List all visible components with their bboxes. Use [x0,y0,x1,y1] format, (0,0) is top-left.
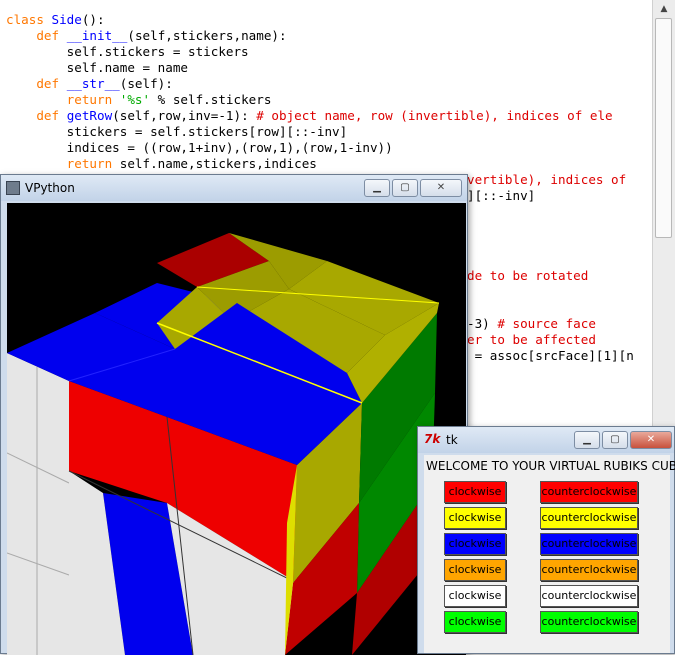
code-token: = assoc[srcFace][1][n [467,348,634,363]
code-token: -3) [467,316,498,331]
code-line: self.name = name [6,60,613,76]
code-line: class Side(): [6,12,613,28]
scroll-up-arrow-icon[interactable]: ▲ [657,2,671,16]
code-token: (): [81,12,105,27]
code-token: return [66,92,120,107]
vpython-title: VPython [25,181,75,195]
code-token: getRow [66,108,113,123]
code-token: stickers = self.stickers[row][::-inv] [66,124,348,139]
code-token: self.name = name [66,60,188,75]
counterclockwise-button[interactable]: counterclockwise [540,481,638,503]
code-token: er to be affected [467,332,596,347]
code-text-area[interactable]: class Side(): def __init__(self,stickers… [6,12,613,172]
code-line: return '%s' % self.stickers [6,92,613,108]
code-token: (self,row,inv=-1): [112,108,257,123]
counterclockwise-button[interactable]: counterclockwise [540,585,638,607]
counterclockwise-button[interactable]: counterclockwise [540,559,638,581]
code-line: stickers = self.stickers[row][::-inv] [6,124,613,140]
tk-body: WELCOME TO YOUR VIRTUAL RUBIKS CUBE cloc… [424,455,675,653]
code-token: self.name,stickers,indices [119,156,317,171]
close-icon[interactable]: ✕ [420,179,462,197]
code-line: return self.name,stickers,indices [6,156,613,172]
code-token: def [36,108,67,123]
clockwise-button[interactable]: clockwise [444,481,506,503]
tk-maximize-icon[interactable]: ▢ [602,431,628,449]
code-token: self.stickers = stickers [66,44,249,59]
code-token: '%s' [119,92,151,107]
code-token: Side [51,12,82,27]
code-line: def __str__(self): [6,76,613,92]
rubiks-cube-render [7,233,440,655]
maximize-icon[interactable]: ▢ [392,179,418,197]
clockwise-button[interactable]: clockwise [444,507,506,529]
code-token: ][::-inv] [467,188,536,203]
vpython-window: VPython ▁ ▢ ✕ [0,174,468,655]
code-line: vertible), indices of [467,172,634,188]
tk-title: tk [446,433,458,447]
code-token: def [36,76,67,91]
code-line: ][::-inv] [467,188,634,204]
code-line: def getRow(self,row,inv=-1): # object na… [6,108,613,124]
vpython-titlebar[interactable]: VPython ▁ ▢ ✕ [1,175,467,201]
tk-titlebar[interactable]: 7k tk ▁ ▢ ✕ [418,427,674,453]
scrollbar-thumb[interactable] [655,18,672,238]
app-window-icon [6,181,20,195]
counterclockwise-button[interactable]: counterclockwise [540,611,638,633]
code-line: = assoc[srcFace][1][n [467,348,634,364]
code-token: # source face [497,316,596,331]
code-token: return [66,156,120,171]
code-token: # object name, row (invertible), indices… [256,108,613,123]
code-token: def [36,28,67,43]
code-token: (self): [119,76,173,91]
code-line: er to be affected [467,332,634,348]
code-token: (self,stickers,name): [127,28,287,43]
clockwise-button[interactable]: clockwise [444,585,506,607]
cube-left-face-white [7,353,69,655]
code-token: class [6,12,52,27]
tk-close-icon[interactable]: ✕ [630,431,672,449]
code-token: __init__ [66,28,128,43]
3d-cube-canvas[interactable] [7,203,466,655]
minimize-icon[interactable]: ▁ [364,179,390,197]
code-line: -3) # source face [467,316,634,332]
tk-minimize-icon[interactable]: ▁ [574,431,600,449]
clockwise-button[interactable]: clockwise [444,533,506,555]
code-line: indices = ((row,1+inv),(row,1),(row,1-in… [6,140,613,156]
code-text-area-visible-right: vertible), indices of][::-inv] de to be … [467,172,634,364]
tk-window: 7k tk ▁ ▢ ✕ WELCOME TO YOUR VIRTUAL RUBI… [417,426,675,654]
code-token: de to be rotated [467,268,589,283]
counterclockwise-button[interactable]: counterclockwise [540,507,638,529]
welcome-heading: WELCOME TO YOUR VIRTUAL RUBIKS CUBE [426,459,675,473]
clockwise-button[interactable]: clockwise [444,559,506,581]
code-token: % self.stickers [150,92,272,107]
clockwise-button[interactable]: clockwise [444,611,506,633]
code-line: def __init__(self,stickers,name): [6,28,613,44]
code-token: indices = ((row,1+inv),(row,1),(row,1-in… [66,140,393,155]
counterclockwise-button[interactable]: counterclockwise [540,533,638,555]
code-line: self.stickers = stickers [6,44,613,60]
code-token: vertible), indices of [467,172,627,187]
tk-feather-icon: 7k [424,432,441,446]
code-line: de to be rotated [467,268,634,284]
code-token: __str__ [66,76,120,91]
